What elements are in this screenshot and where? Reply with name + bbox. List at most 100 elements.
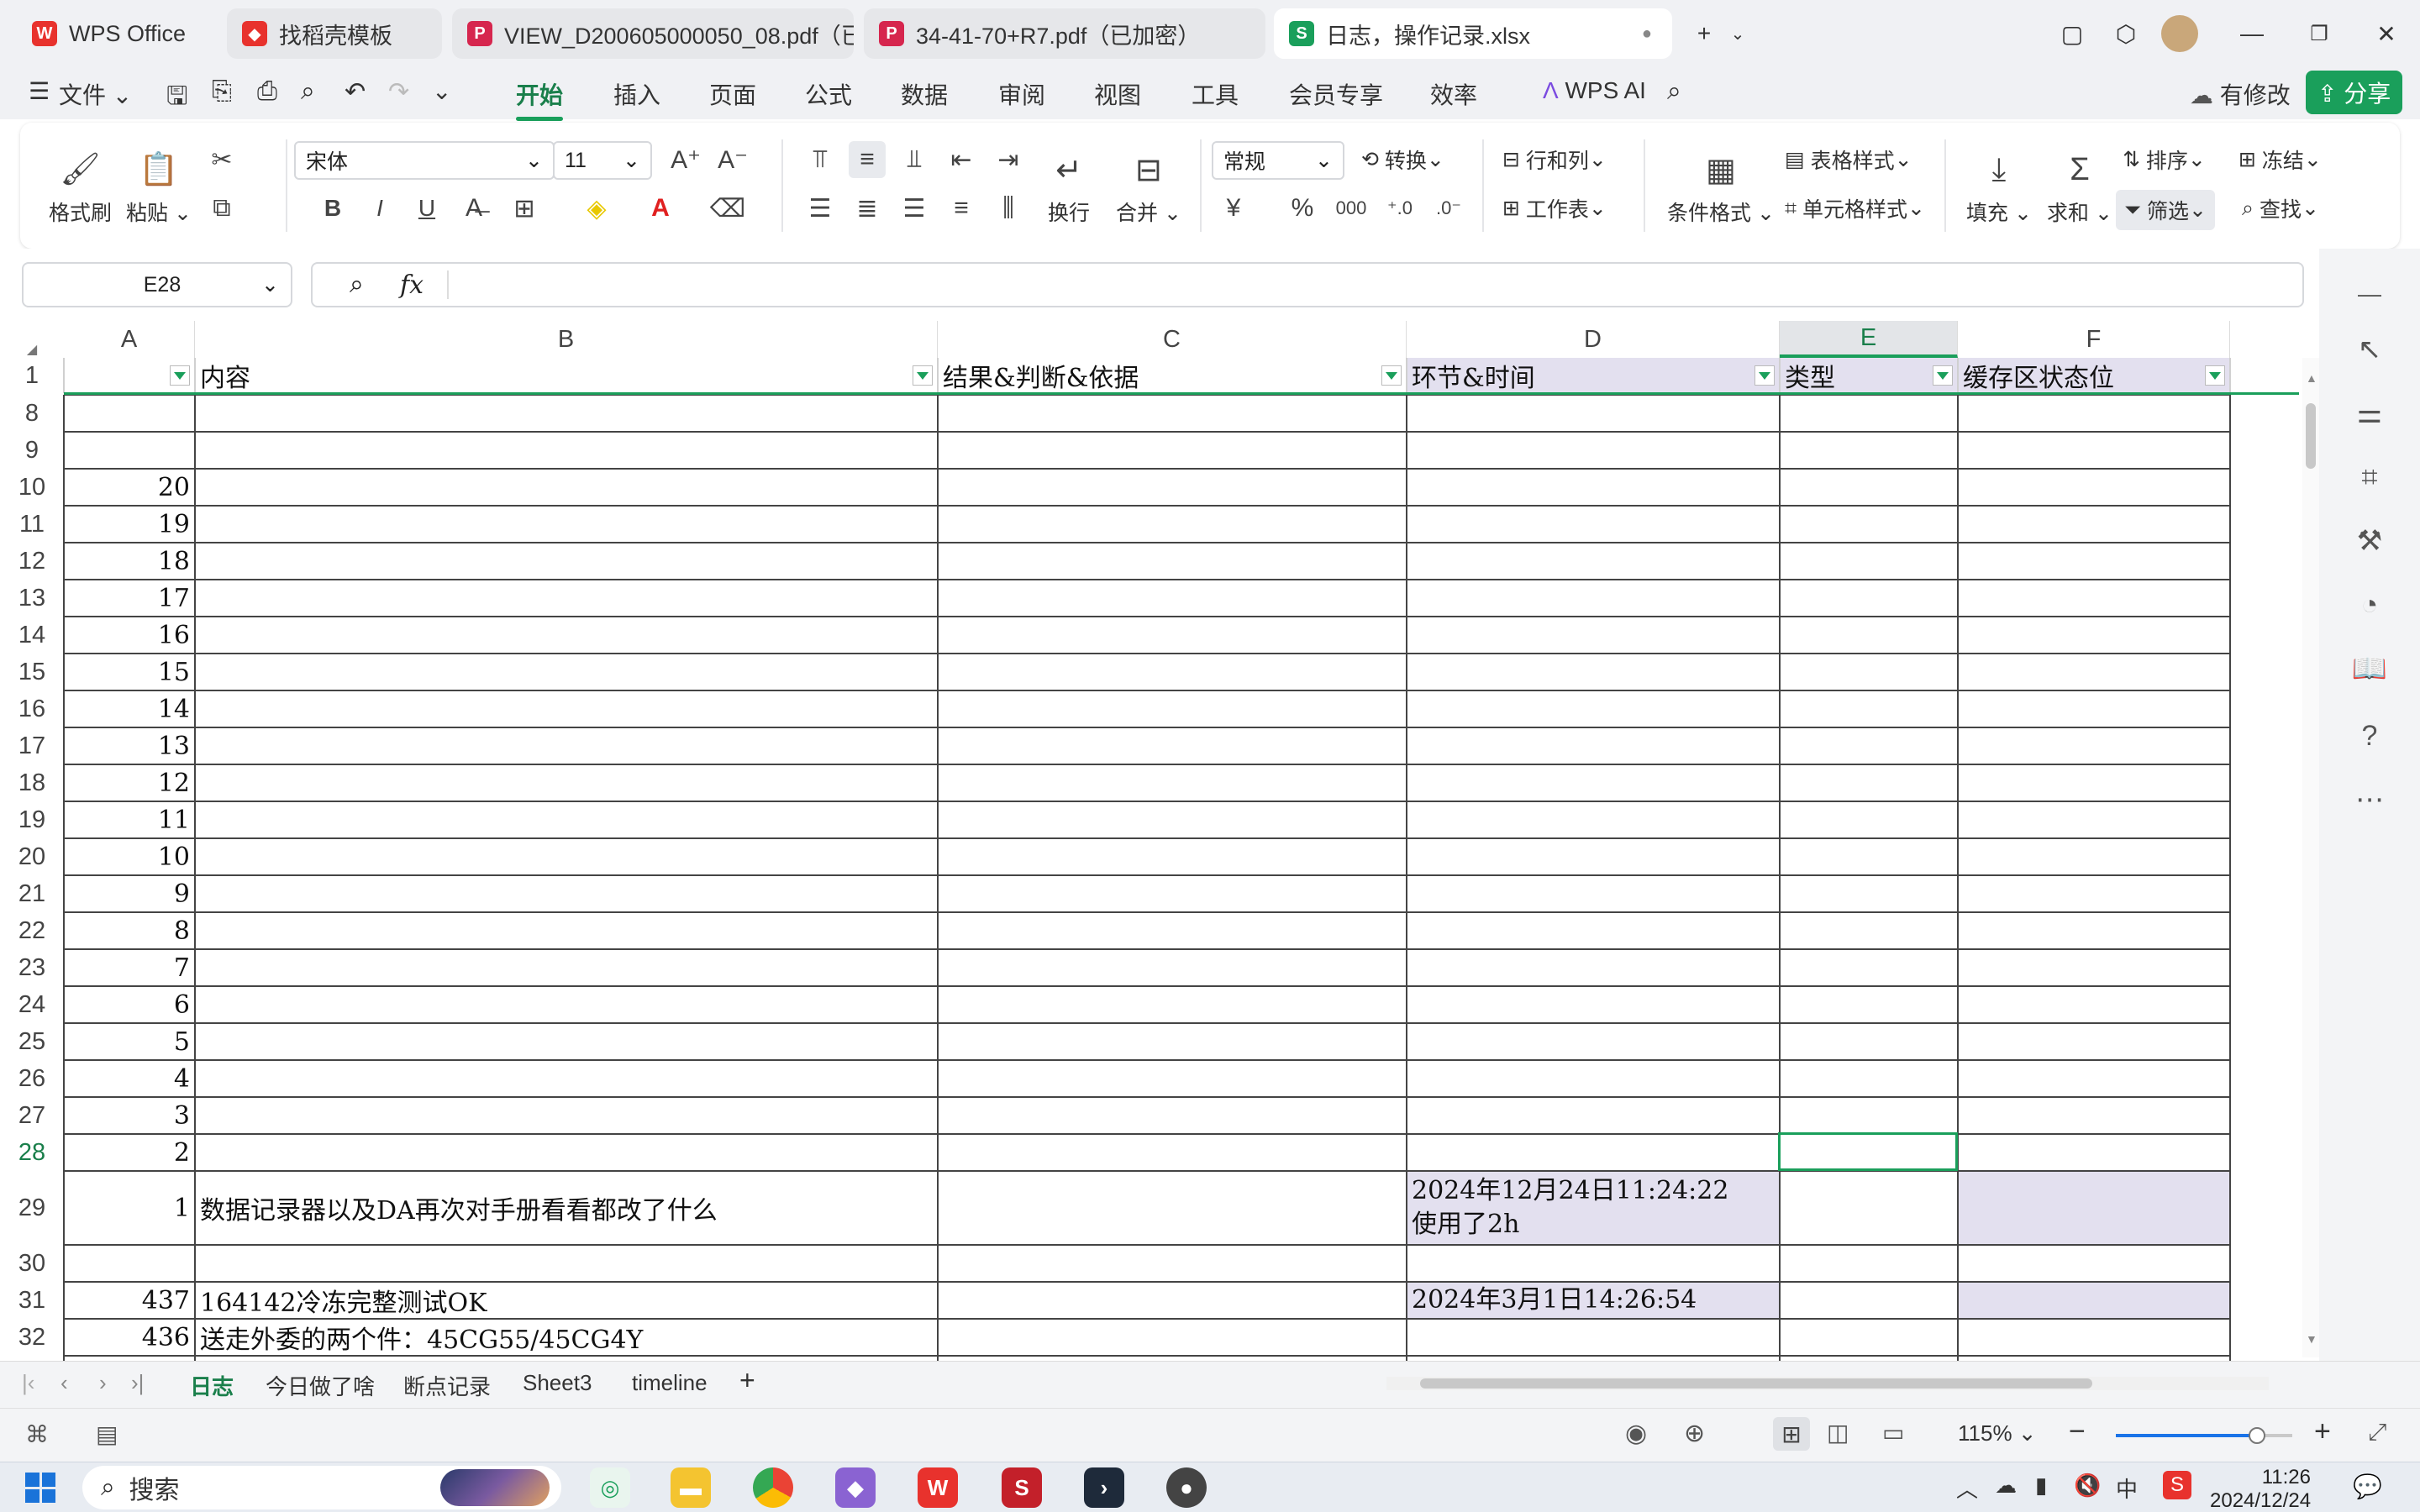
cell-a[interactable]: 4 [64, 1060, 195, 1097]
window-mode-icon[interactable]: ▢ [2052, 13, 2092, 54]
cell-a[interactable]: 10 [64, 838, 195, 875]
cell-a[interactable] [64, 1245, 195, 1282]
row-header[interactable]: 10 [0, 469, 64, 506]
first-sheet-icon[interactable]: |‹ [22, 1370, 34, 1396]
formula-input[interactable]: ⌕ fx [311, 262, 2304, 307]
tab-pdf-34[interactable]: P 34-41-70+R7.pdf（已加密） [864, 8, 1265, 59]
sort-button[interactable]: ⇅ 排序 ⌄ [2123, 144, 2206, 175]
cell-a[interactable]: 14 [64, 690, 195, 727]
indent-decrease-icon[interactable]: ⇤ [943, 141, 980, 178]
cell-d[interactable] [1407, 690, 1780, 727]
cell-d[interactable] [1407, 875, 1780, 912]
cell-a[interactable]: 6 [64, 986, 195, 1023]
eye-icon[interactable]: ◉ [1625, 1419, 1647, 1448]
add-sheet-icon[interactable]: + [739, 1365, 755, 1396]
zoom-out-icon[interactable]: − [2069, 1415, 2086, 1448]
cell-b[interactable] [195, 1023, 938, 1060]
border-icon[interactable]: ⊞ [506, 190, 543, 227]
cell-a[interactable]: 437 [64, 1282, 195, 1319]
header-cell-e[interactable]: 类型 [1780, 358, 1958, 393]
row-header[interactable]: 1 [0, 358, 64, 393]
adjust-icon[interactable]: ⚌ [2349, 393, 2390, 433]
cell-b[interactable] [195, 986, 938, 1023]
cell-d[interactable] [1407, 395, 1780, 432]
cell-d[interactable] [1407, 764, 1780, 801]
app-dark-icon[interactable]: › [1084, 1467, 1124, 1508]
cell-b[interactable]: 数据记录器以及DA再次对手册看看都改了什么 [195, 1171, 938, 1245]
italic-button[interactable]: I [361, 190, 398, 227]
obsidian-icon[interactable]: ◆ [835, 1467, 876, 1508]
cell-d[interactable] [1407, 432, 1780, 469]
page-layout-icon[interactable]: ◫ [1827, 1419, 1849, 1446]
help-icon[interactable]: ? [2349, 716, 2390, 756]
cell-a[interactable]: 2 [64, 1134, 195, 1171]
vertical-scrollbar[interactable]: ▲ ▼ [2302, 358, 2319, 1357]
cell-d[interactable] [1407, 1097, 1780, 1134]
row-header[interactable]: 27 [0, 1097, 64, 1134]
header-cell-b[interactable]: 内容 [195, 358, 938, 393]
export-icon[interactable]: ⎘ [212, 77, 232, 106]
underline-button[interactable]: U [408, 190, 445, 227]
tab-pdf-view[interactable]: P VIEW_D200605000050_08.pdf（已加 [452, 8, 854, 59]
cell-b[interactable] [195, 469, 938, 506]
wps-taskbar-icon[interactable]: W [918, 1467, 958, 1508]
row-header[interactable]: 29 [0, 1171, 64, 1245]
row-header[interactable]: 19 [0, 801, 64, 838]
convert-button[interactable]: ⟲ 转换 ⌄ [1361, 144, 1444, 175]
cell-d[interactable] [1407, 580, 1780, 617]
menu-file[interactable]: 文件 ⌄ [59, 77, 132, 111]
cell-b[interactable] [195, 875, 938, 912]
increase-decimal-icon[interactable]: ⁺.0 [1381, 190, 1418, 227]
font-size-select[interactable]: 11 ⌄ [553, 141, 652, 180]
column-header[interactable]: E [1780, 321, 1958, 358]
cell-a[interactable]: 15 [64, 654, 195, 690]
column-header[interactable]: F [1958, 321, 2230, 358]
cell-a[interactable]: 13 [64, 727, 195, 764]
ime-indicator[interactable]: 中 [2116, 1473, 2138, 1504]
modified-button[interactable]: ☁ 有修改 [2190, 77, 2291, 111]
normal-view-icon[interactable]: ⊞ [1773, 1417, 1810, 1451]
cell-a[interactable] [64, 432, 195, 469]
row-header[interactable]: 16 [0, 690, 64, 727]
header-cell-d[interactable]: 环节&时间 [1407, 358, 1780, 393]
increase-font-icon[interactable]: A⁺ [667, 141, 704, 178]
cell-d[interactable] [1407, 506, 1780, 543]
row-header[interactable]: 13 [0, 580, 64, 617]
page-icon[interactable]: ▤ [96, 1420, 118, 1448]
row-header[interactable]: 11 [0, 506, 64, 543]
prev-sheet-icon[interactable]: ‹ [60, 1370, 68, 1396]
cell-a[interactable]: 16 [64, 617, 195, 654]
cell-b[interactable] [195, 801, 938, 838]
row-header[interactable]: 9 [0, 432, 64, 469]
column-header[interactable]: B [195, 321, 938, 358]
taskbar-search-box[interactable]: ⌕ 搜索 [82, 1466, 561, 1509]
fill-button[interactable]: ⤓ 填充 ⌄ [1966, 148, 2032, 227]
cloud-sync-icon[interactable]: ☁ [1995, 1473, 2017, 1499]
app-green-icon[interactable]: ◎ [590, 1467, 630, 1508]
bold-button[interactable]: B [314, 190, 351, 227]
row-header[interactable]: 25 [0, 1023, 64, 1060]
worksheet-button[interactable]: ⊞ 工作表 ⌄ [1502, 193, 1607, 223]
battery-icon[interactable]: ▮ [2035, 1473, 2047, 1499]
clock[interactable]: 11:26 2024/12/24 [2210, 1466, 2311, 1512]
eraser-icon[interactable]: ⌫ [709, 190, 746, 227]
cell-b[interactable] [195, 838, 938, 875]
tab-docer-templates[interactable]: ◆ 找稻壳模板 [227, 8, 442, 59]
cell-b[interactable] [195, 654, 938, 690]
cell-b[interactable] [195, 432, 938, 469]
cell-b[interactable] [195, 617, 938, 654]
align-middle-icon[interactable]: ≡ [849, 141, 886, 178]
cell-b[interactable]: 164142冷冻完整测试OK [195, 1282, 938, 1319]
hamburger-icon[interactable]: ☰ [29, 77, 50, 105]
justify-icon[interactable]: ≡ [943, 190, 980, 227]
sheet-tab-log[interactable]: 日志 [182, 1370, 241, 1411]
cube-icon[interactable]: ⬡ [2106, 13, 2146, 54]
wps-ai-button[interactable]: Ʌ WPS AI [1543, 77, 1646, 104]
share-button[interactable]: ⇪ 分享 [2306, 71, 2403, 114]
cell-b[interactable] [195, 1097, 938, 1134]
zoom-in-icon[interactable]: + [2314, 1415, 2331, 1448]
save-icon[interactable]: 🖫 [166, 77, 188, 120]
fill-color-icon[interactable]: ◈ [578, 190, 615, 227]
select-all-corner[interactable]: ◢ [0, 321, 64, 358]
row-header[interactable]: 12 [0, 543, 64, 580]
